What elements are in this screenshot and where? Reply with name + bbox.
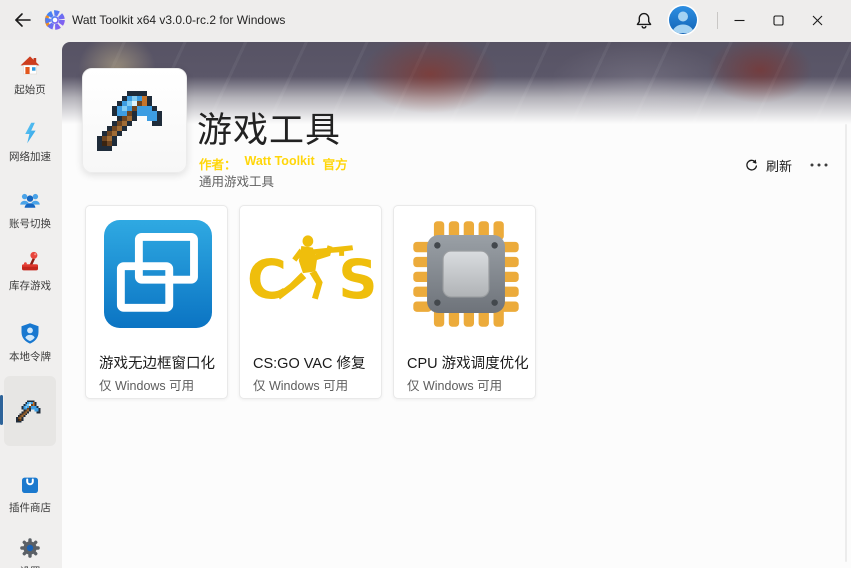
selected-indicator: [0, 395, 3, 425]
pixel-axe-icon: [16, 400, 44, 423]
maximize-button[interactable]: [761, 0, 795, 40]
more-options-button[interactable]: [802, 152, 836, 178]
gear-icon: [18, 536, 42, 560]
sidebar-item-label: 本地令牌: [9, 349, 51, 364]
refresh-icon: [744, 158, 759, 173]
csgo-logo-icon: C S: [247, 232, 377, 316]
sidebar-item-local-token[interactable]: 本地令牌: [0, 321, 60, 364]
cpu-chip-icon: [411, 219, 521, 329]
tool-card-title: CPU 游戏调度优化: [407, 352, 529, 373]
shield-person-icon: [18, 321, 42, 345]
lightning-icon: [18, 121, 42, 145]
ellipsis-icon: [809, 162, 829, 168]
minimize-button[interactable]: [722, 0, 756, 40]
joystick-icon: [18, 250, 42, 274]
house-icon: [18, 54, 42, 78]
sidebar-item-settings[interactable]: 设置: [0, 536, 60, 568]
tool-card-csgo-vac-fix[interactable]: C S CS:GO VAC 修复 仅 Windows 可用: [239, 205, 382, 399]
tool-app-icon-card: [82, 68, 187, 173]
page-title: 游戏工具: [197, 102, 341, 153]
user-avatar[interactable]: [666, 3, 700, 37]
notification-bell-button[interactable]: [634, 11, 654, 30]
sidebar-item-label: 网络加速: [9, 149, 51, 164]
tool-card-borderless-window[interactable]: 游戏无边框窗口化 仅 Windows 可用: [85, 205, 228, 399]
sidebar-item-label: 库存游戏: [9, 278, 51, 293]
svg-text:C: C: [247, 248, 287, 311]
tool-card-cpu-scheduler[interactable]: CPU 游戏调度优化 仅 Windows 可用: [393, 205, 536, 399]
scrollbar[interactable]: [845, 124, 847, 562]
shopping-bag-icon: [18, 472, 42, 496]
tool-card-title: 游戏无边框窗口化: [99, 352, 215, 373]
sidebar-item-plugin-store[interactable]: 插件商店: [0, 472, 60, 515]
sidebar-item-label: 插件商店: [9, 500, 51, 515]
tool-card-list: 游戏无边框窗口化 仅 Windows 可用 C S: [85, 205, 536, 399]
sidebar-item-label: 起始页: [14, 82, 46, 97]
sidebar-item-account-switch[interactable]: 账号切换: [0, 188, 60, 231]
titlebar: Watt Toolkit x64 v3.0.0-rc.2 for Windows: [0, 0, 851, 40]
people-group-icon: [18, 188, 42, 212]
sidebar-item-label: 账号切换: [9, 216, 51, 231]
page-description: 通用游戏工具: [199, 171, 274, 190]
back-button[interactable]: [12, 10, 34, 30]
refresh-button[interactable]: 刷新: [738, 152, 798, 178]
app-logo-icon: [44, 9, 66, 31]
author-suffix: 官方: [323, 154, 348, 173]
sidebar-item-library-games[interactable]: 库存游戏: [0, 250, 60, 293]
sidebar-item-game-tools[interactable]: [4, 376, 56, 446]
main-pane: 游戏工具 作者： Watt Toolkit 官方 通用游戏工具 刷新: [62, 42, 851, 568]
window-title: Watt Toolkit x64 v3.0.0-rc.2 for Windows: [72, 0, 285, 40]
borderless-window-icon: [104, 220, 212, 328]
tool-card-title: CS:GO VAC 修复: [253, 352, 366, 373]
sidebar-item-network-accel[interactable]: 网络加速: [0, 121, 60, 164]
titlebar-separator: [717, 12, 718, 29]
pixel-axe-icon: [97, 91, 172, 151]
sidebar-item-home[interactable]: 起始页: [0, 54, 60, 97]
tool-card-subtitle: 仅 Windows 可用: [99, 375, 194, 394]
sidebar-item-label: 设置: [20, 564, 41, 568]
refresh-label: 刷新: [766, 156, 792, 175]
svg-text:S: S: [338, 248, 377, 311]
close-button[interactable]: [800, 0, 834, 40]
tool-card-subtitle: 仅 Windows 可用: [407, 375, 502, 394]
sidebar: 起始页 网络加速 账号切换 库存游: [0, 40, 60, 568]
tool-card-subtitle: 仅 Windows 可用: [253, 375, 348, 394]
